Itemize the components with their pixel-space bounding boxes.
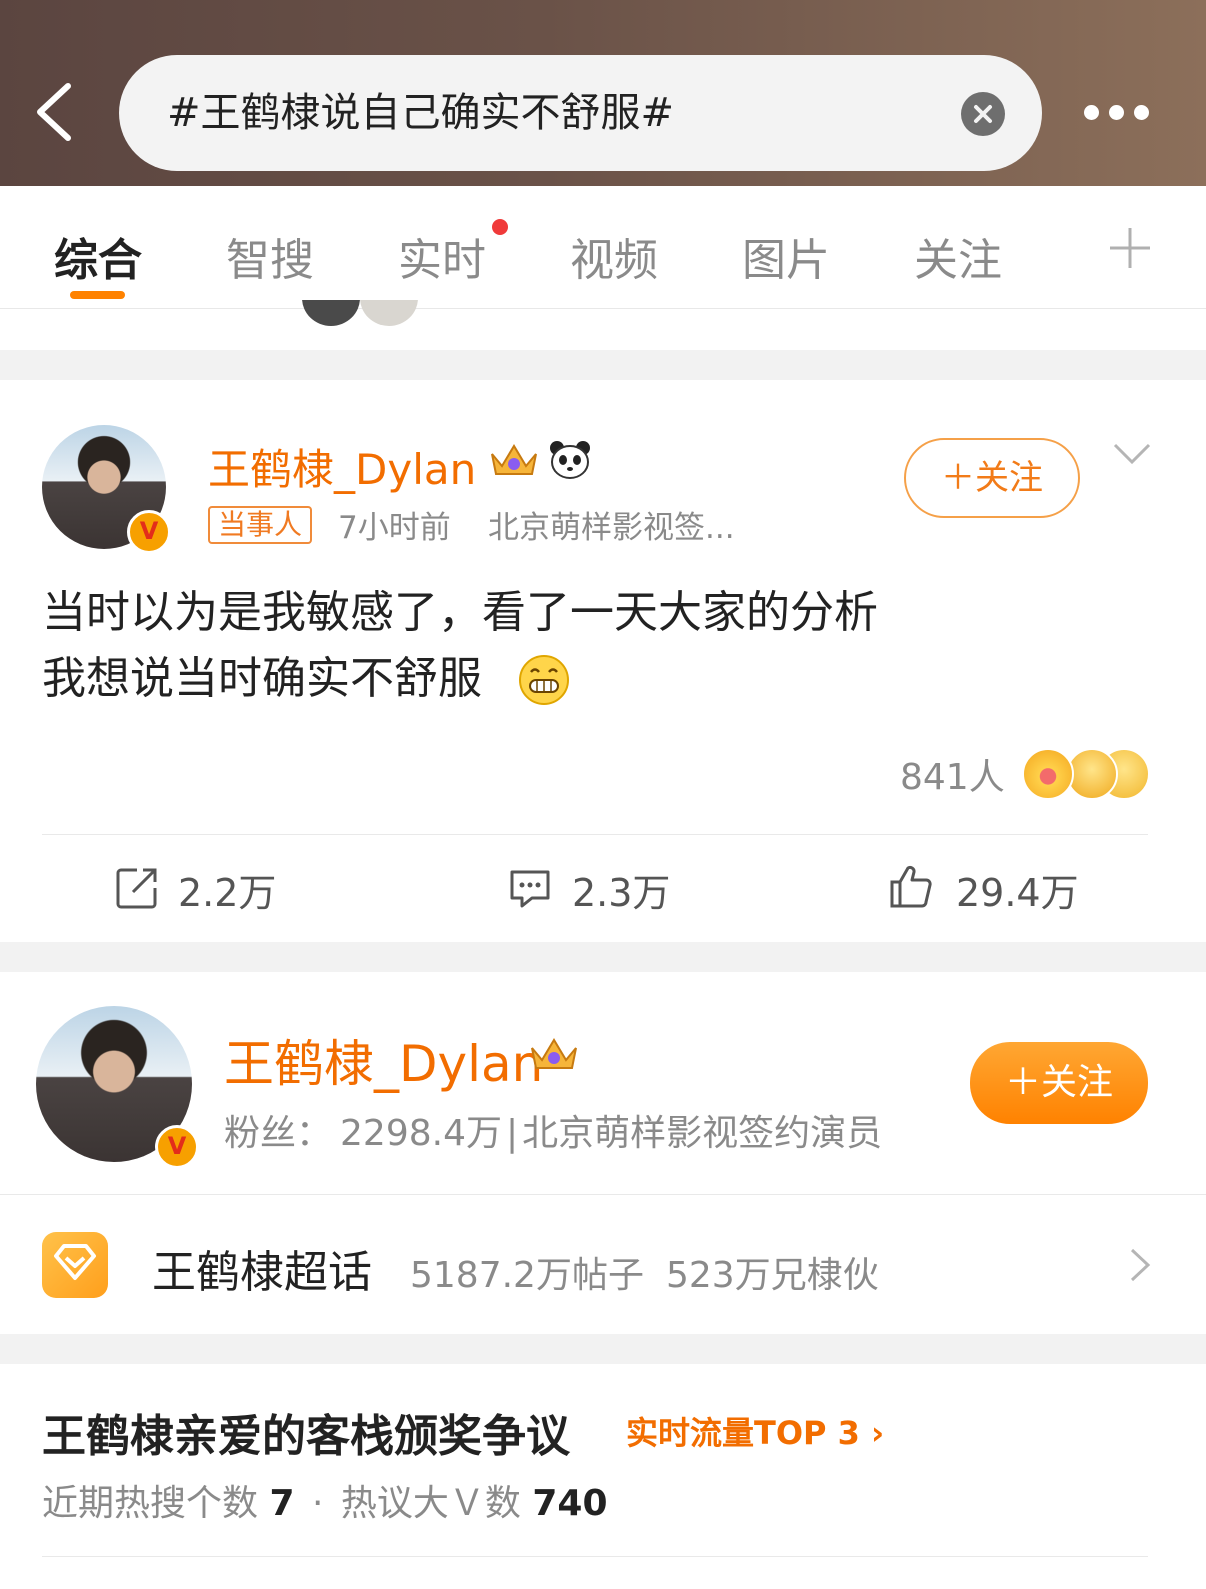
tab-video[interactable]: 视频 bbox=[570, 224, 658, 288]
topic-stats: 近期热搜个数 7 · 热议大Ｖ数 740 bbox=[42, 1474, 608, 1526]
super-topic-posts: 5187.2万帖子 bbox=[410, 1255, 644, 1296]
super-topic-members: 523万兄棣伙 bbox=[666, 1255, 879, 1296]
realtime-notification-dot bbox=[492, 219, 508, 235]
divider bbox=[0, 1194, 1206, 1195]
active-tab-indicator bbox=[70, 291, 125, 299]
search-input[interactable]: #王鹤棣说自己确实不舒服# bbox=[119, 55, 1042, 171]
tab-following[interactable]: 关注 bbox=[914, 224, 1002, 288]
stats-dot: · bbox=[311, 1483, 324, 1524]
follow-button[interactable]: ＋关注 bbox=[904, 438, 1080, 518]
section-divider bbox=[0, 942, 1206, 972]
hot-search-label: 近期热搜个数 bbox=[42, 1483, 259, 1524]
grin-emoji-icon bbox=[519, 655, 569, 705]
search-tabs: 综合 智搜 实时 视频 图片 关注 bbox=[0, 186, 1206, 309]
love-emoji-icon bbox=[1022, 748, 1074, 800]
big-v-label: 热议大Ｖ数 bbox=[340, 1483, 521, 1524]
verified-v-icon: V bbox=[127, 510, 171, 554]
post-source: 北京萌样影视签... bbox=[488, 510, 735, 546]
clear-search-icon[interactable] bbox=[961, 92, 1005, 136]
section-divider bbox=[0, 350, 1206, 380]
repost-icon[interactable] bbox=[115, 866, 159, 910]
verified-v-icon: V bbox=[155, 1125, 199, 1169]
section-divider bbox=[0, 1334, 1206, 1364]
divider bbox=[42, 834, 1148, 835]
chevron-down-icon[interactable] bbox=[1112, 442, 1152, 466]
like-count[interactable]: 29.4万 bbox=[956, 862, 1079, 917]
fans-separator: | bbox=[505, 1113, 519, 1154]
fans-count: 2298.4万 bbox=[340, 1113, 502, 1154]
crown-badge-icon bbox=[491, 444, 537, 475]
reaction-count[interactable]: 841人 bbox=[900, 748, 1005, 800]
hot-search-count: 7 bbox=[269, 1483, 295, 1524]
comment-count[interactable]: 2.3万 bbox=[572, 862, 670, 917]
comment-icon[interactable] bbox=[508, 866, 552, 910]
panda-badge-icon bbox=[550, 441, 590, 479]
user-card-follow-button[interactable]: ＋关注 bbox=[970, 1042, 1148, 1124]
post-text-line-1: 当时以为是我敏感了，看了一天大家的分析 bbox=[42, 587, 878, 638]
trending-rank-badge[interactable]: 实时流量TOP 3 › bbox=[626, 1408, 884, 1454]
repost-count[interactable]: 2.2万 bbox=[178, 862, 276, 917]
post-text-line-2: 我想说当时确实不舒服 bbox=[42, 653, 482, 704]
back-arrow-icon[interactable] bbox=[30, 80, 90, 144]
party-involved-tag: 当事人 bbox=[208, 506, 313, 544]
like-icon[interactable] bbox=[888, 864, 932, 908]
user-card-name[interactable]: 王鹤棣_Dylan bbox=[224, 1024, 543, 1096]
trending-rank-label: 实时流量TOP 3 bbox=[626, 1414, 860, 1452]
more-options-icon[interactable] bbox=[1080, 105, 1152, 123]
tab-images[interactable]: 图片 bbox=[742, 224, 830, 288]
add-tab-icon[interactable] bbox=[1108, 226, 1152, 270]
super-topic-title[interactable]: 王鹤棣超话 bbox=[152, 1236, 372, 1300]
tab-comprehensive[interactable]: 综合 bbox=[54, 224, 142, 288]
big-v-count: 740 bbox=[532, 1483, 608, 1524]
tab-realtime[interactable]: 实时 bbox=[398, 224, 486, 288]
tab-smart-search[interactable]: 智搜 bbox=[226, 224, 314, 288]
fans-label: 粉丝： bbox=[224, 1113, 333, 1154]
fans-info: 粉丝： 2298.4万 | 北京萌样影视签约演员 bbox=[224, 1104, 882, 1156]
crown-badge-icon bbox=[531, 1038, 577, 1069]
post-time: 7小时前 bbox=[338, 510, 451, 546]
divider bbox=[42, 1556, 1148, 1557]
user-description: 北京萌样影视签约演员 bbox=[522, 1113, 883, 1154]
cropped-avatar-strip bbox=[300, 300, 420, 326]
post-author-name[interactable]: 王鹤棣_Dylan bbox=[208, 436, 476, 497]
trending-topic-title[interactable]: 王鹤棣亲爱的客栈颁奖争议 bbox=[42, 1400, 570, 1464]
chevron-right-icon[interactable] bbox=[1128, 1246, 1152, 1284]
super-topic-diamond-icon[interactable] bbox=[42, 1232, 108, 1298]
search-query[interactable]: #王鹤棣说自己确实不舒服# bbox=[167, 55, 674, 171]
